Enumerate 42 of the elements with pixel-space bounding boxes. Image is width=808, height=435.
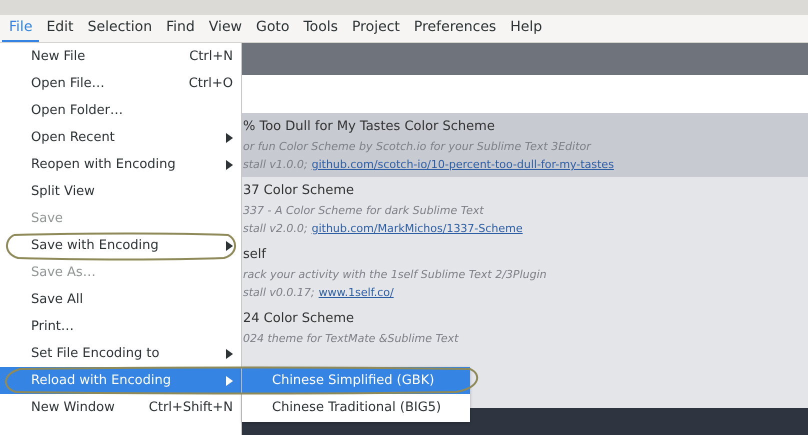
- shortcut-label: Ctrl+Shift+N: [148, 398, 233, 417]
- package-row[interactable]: % Too Dull for My Tastes Color Scheme or fun Color Scheme by Scotch.io for your Sublime Text 3Editor stall v1.0.0; github.com/scotch-io/10-percent-too-dull-for-my-tastes: [242, 113, 808, 177]
- menu-item[interactable]: New Window Ctrl+Shift+N: [0, 394, 241, 421]
- menu-item[interactable]: View: [202, 14, 250, 42]
- menu-item[interactable]: Open File… Ctrl+O: [0, 70, 241, 97]
- package-name: 37 Color Scheme: [243, 182, 356, 200]
- menu-item[interactable]: Chinese Traditional (BIG5): [242, 394, 470, 422]
- install-version: stall v0.0.17;: [243, 285, 315, 301]
- package-link[interactable]: github.com/scotch-io/10-percent-too-dull-for-my-tastes: [312, 156, 614, 174]
- package-name: % Too Dull for My Tastes Color Scheme: [243, 118, 496, 136]
- menu-item[interactable]: Split View: [0, 178, 241, 205]
- menu-item[interactable]: Selection: [80, 14, 160, 42]
- menu-item[interactable]: Print…: [0, 313, 241, 340]
- menu-item[interactable]: Open Folder…: [0, 97, 241, 124]
- menu-item[interactable]: Set File Encoding to: [0, 340, 241, 367]
- menu-item[interactable]: Tools: [296, 14, 345, 42]
- menu-item[interactable]: Edit: [39, 14, 81, 42]
- package-description: 337 - A Color Scheme for dark Sublime Text: [243, 203, 485, 219]
- menu-item[interactable]: Save with Encoding: [0, 232, 241, 259]
- menu-item[interactable]: Preferences: [406, 14, 504, 42]
- menu-item[interactable]: Find: [159, 14, 202, 42]
- menu-item[interactable]: Goto: [249, 14, 296, 42]
- menu-item[interactable]: New File Ctrl+N: [0, 43, 241, 70]
- package-row[interactable]: 24 Color Scheme 024 theme for TextMate &Sublime Text: [242, 305, 808, 351]
- install-version: stall v2.0.0;: [243, 221, 308, 237]
- install-version: stall v1.0.0;: [243, 157, 308, 173]
- package-description: 024 theme for TextMate &Sublime Text: [243, 331, 460, 347]
- menu-item[interactable]: Project: [344, 14, 407, 42]
- package-description: rack your activity with the 1self Sublime Text 2/3Plugin: [243, 267, 548, 283]
- package-name: self: [243, 246, 268, 264]
- package-name: 24 Color Scheme: [243, 310, 356, 328]
- menu-item[interactable]: Open Recent: [0, 124, 241, 151]
- shortcut-label: Ctrl+N: [189, 48, 233, 66]
- menu-item[interactable]: Help: [503, 14, 550, 42]
- package-row[interactable]: 37 Color Scheme 337 - A Color Scheme for dark Sublime Text stall v2.0.0; github.com/MarkMichos/1337-Scheme: [242, 177, 808, 241]
- package-link[interactable]: github.com/MarkMichos/1337-Scheme: [312, 220, 523, 238]
- menu-item[interactable]: Reopen with Encoding: [0, 151, 241, 178]
- menu-item[interactable]: Save All: [0, 286, 241, 313]
- package-row[interactable]: self rack your activity with the 1self Sublime Text 2/3Plugin stall v0.0.17; www.1self.co/: [242, 241, 808, 305]
- package-description: or fun Color Scheme by Scotch.io for your Sublime Text 3Editor: [243, 139, 592, 155]
- package-link[interactable]: www.1self.co/: [318, 284, 394, 302]
- shortcut-label: Ctrl+O: [188, 74, 233, 93]
